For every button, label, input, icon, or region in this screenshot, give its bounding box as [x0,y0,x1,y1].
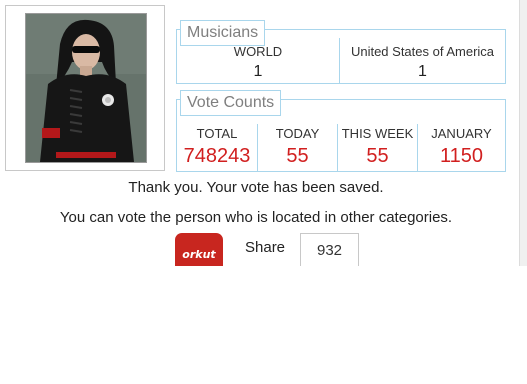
share-count: 932 [300,233,359,266]
vote-total-value: 748243 [183,145,251,167]
share-label: Share [245,239,286,256]
vote-total-label: TOTAL [196,126,238,141]
photo-frame [5,5,165,171]
vote-today-value: 55 [286,145,309,167]
orkut-share-button[interactable]: orkut [175,233,223,266]
country-rank-value: 1 [418,63,427,80]
vote-today-label: TODAY [275,126,320,141]
vote-this-week: THIS WEEK 55 [338,100,417,171]
vote-this-week-value: 55 [366,145,389,167]
vote-total: TOTAL 748243 [177,100,257,171]
world-rank-value: 1 [253,63,263,80]
other-categories-message: You can vote the person who is located i… [59,209,453,226]
country-rank-label: United States of America [350,44,495,59]
vote-counts-box: Vote Counts TOTAL 748243 TODAY 55 THIS W… [176,90,506,172]
vote-today: TODAY 55 [258,100,337,171]
musicians-box: Musicians WORLD 1 United States of Ameri… [176,20,506,84]
artist-photo[interactable] [25,13,147,163]
vote-this-week-label: THIS WEEK [341,126,414,141]
vote-saved-message: Thank you. Your vote has been saved. [128,179,384,196]
world-rank-label: WORLD [233,44,283,59]
world-rank: WORLD 1 [177,30,339,83]
country-rank: United States of America 1 [340,30,505,83]
vote-month: JANUARY 1150 [418,100,505,171]
vote-month-label: JANUARY [431,126,492,141]
orkut-logo-text: orkut [182,248,216,261]
vote-month-value: 1150 [439,145,483,167]
scrollbar[interactable] [519,0,527,266]
